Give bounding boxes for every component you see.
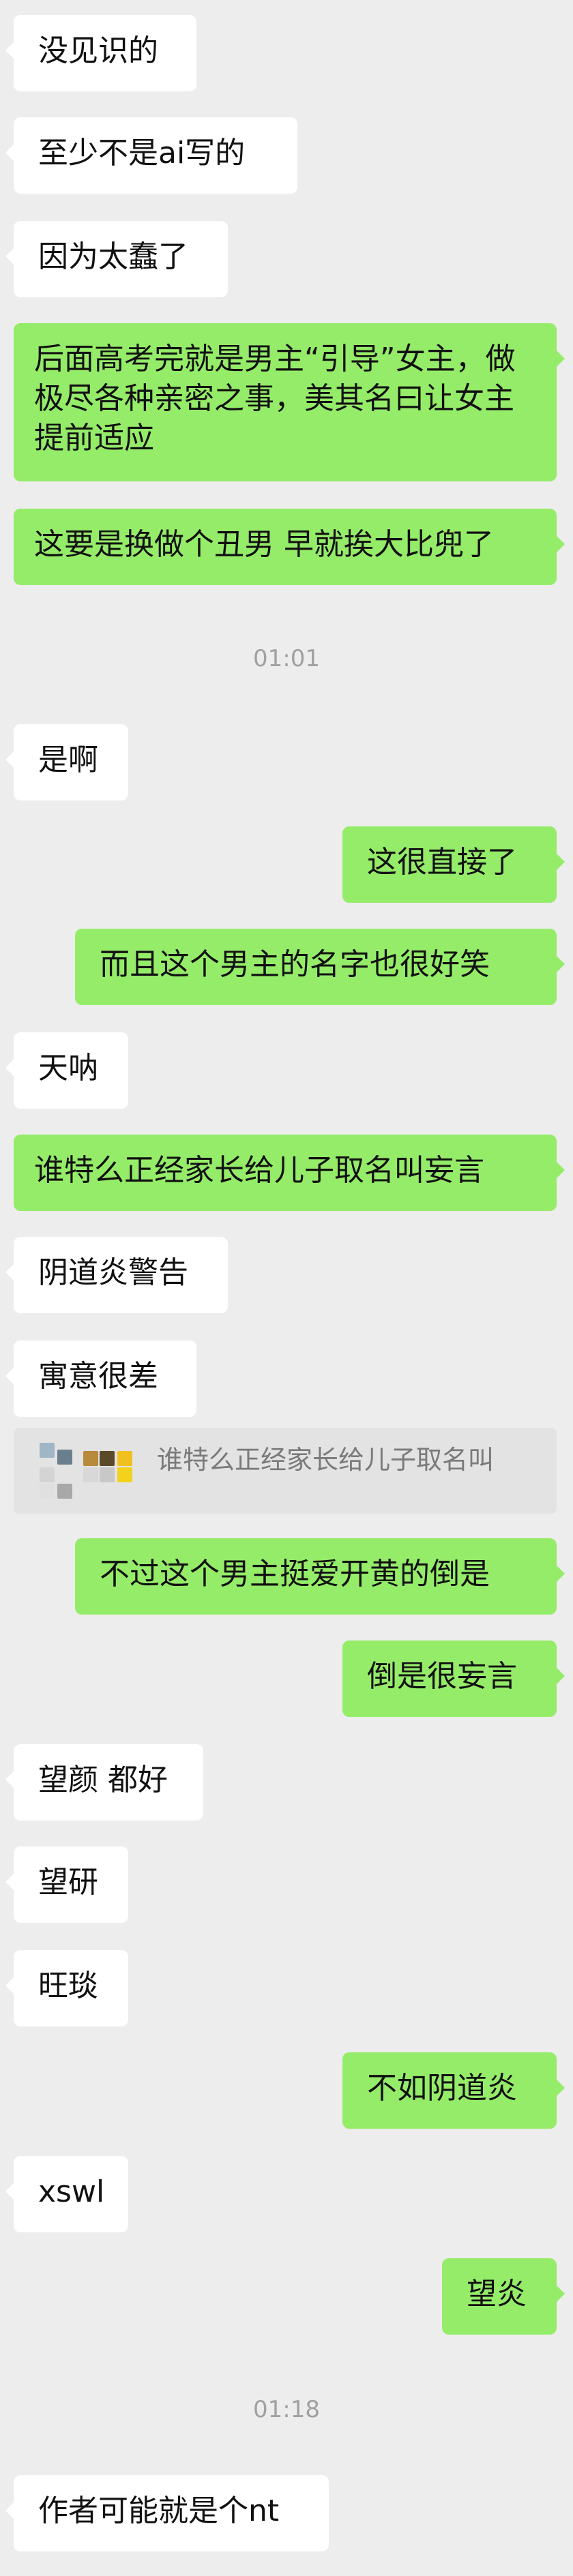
quoted-sender-avatar-blurred [30, 1440, 146, 1503]
quoted-message[interactable]: 谁特么正经家长给儿子取名叫 [14, 1428, 557, 1514]
message-bubble[interactable]: 旺琰 [5, 1950, 128, 2026]
message-bubble[interactable]: xswl [5, 2156, 128, 2232]
timestamp: 01:18 [253, 2396, 320, 2423]
message-bubble[interactable]: 作者可能就是个nt [5, 2475, 329, 2551]
message-bubble[interactable]: 倒是很妄言 [342, 1641, 565, 1717]
quoted-text: 谁特么正经家长给儿子取名叫 [157, 1445, 495, 1475]
message-bubble[interactable]: 望颜 都好 [5, 1744, 203, 1821]
chat-area: 没见识的 至少不是ai写的 因为太蠢了 后面高考完就是男主“引导”女主，做极尽各… [0, 0, 573, 2576]
message-bubble[interactable]: 天呐 [5, 1032, 128, 1109]
message-bubble[interactable]: 望研 [5, 1846, 128, 1923]
message-bubble[interactable]: 因为太蠢了 [5, 221, 228, 297]
message-bubble[interactable]: 阴道炎警告 [5, 1237, 228, 1313]
message-bubble[interactable]: 望炎 [442, 2258, 565, 2335]
message-bubble[interactable]: 没见识的 [5, 15, 196, 91]
message-bubble[interactable]: 这要是换做个丑男 早就挨大比兜了 [14, 509, 565, 585]
message-bubble[interactable]: 不过这个男主挺爱开黄的倒是 [75, 1538, 565, 1615]
message-bubble[interactable]: 这很直接了 [342, 826, 565, 903]
message-bubble[interactable]: 至少不是ai写的 [5, 117, 297, 194]
message-bubble[interactable]: 是啊 [5, 724, 128, 800]
message-bubble[interactable]: 不如阴道炎 [342, 2052, 565, 2129]
message-bubble[interactable]: 谁特么正经家长给儿子取名叫妄言 [14, 1135, 565, 1211]
message-bubble[interactable]: 寓意很差 [5, 1341, 196, 1417]
message-bubble[interactable]: 而且这个男主的名字也很好笑 [75, 929, 565, 1005]
timestamp: 01:01 [253, 645, 320, 672]
message-bubble[interactable]: 后面高考完就是男主“引导”女主，做极尽各种亲密之事，美其名曰让女主提前适应 [14, 323, 565, 481]
